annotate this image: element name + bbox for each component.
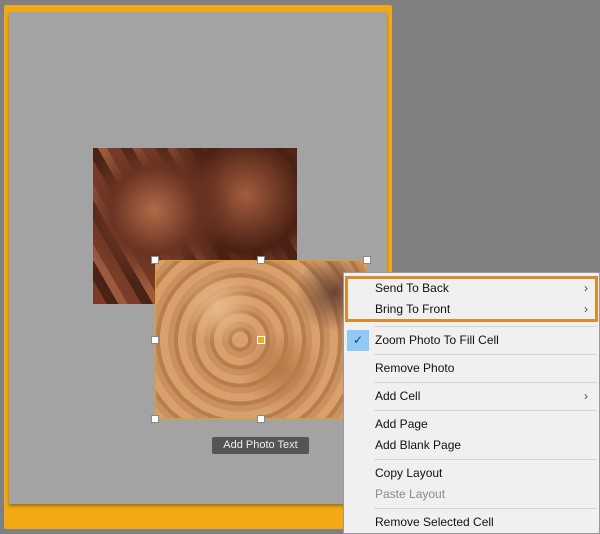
menu-label: Add Blank Page [375, 438, 462, 452]
menu-label: Remove Selected Cell [375, 515, 494, 529]
resize-handle-tl[interactable] [151, 256, 159, 264]
menu-label: Paste Layout [375, 487, 446, 501]
menu-add-page[interactable]: Add Page [344, 414, 599, 435]
menu-label: Copy Layout [375, 466, 443, 480]
menu-label: Add Page [375, 417, 428, 431]
separator [374, 410, 597, 411]
resize-handle-tr[interactable] [363, 256, 371, 264]
menu-paste-layout: Paste Layout [344, 484, 599, 505]
menu-zoom-photo-to-fill-cell[interactable]: ✓ Zoom Photo To Fill Cell [344, 330, 599, 351]
separator [374, 459, 597, 460]
context-menu: Send To Back › Bring To Front › ✓ Zoom Phot… [343, 272, 600, 534]
pan-handle[interactable] [257, 336, 265, 344]
separator [374, 326, 597, 327]
chevron-right-icon: › [584, 389, 588, 403]
resize-handle-b[interactable] [257, 415, 265, 423]
separator [374, 508, 597, 509]
menu-remove-photo[interactable]: Remove Photo [344, 358, 599, 379]
resize-handle-bl[interactable] [151, 415, 159, 423]
resize-handle-l[interactable] [151, 336, 159, 344]
menu-copy-layout[interactable]: Copy Layout [344, 463, 599, 484]
menu-label: Zoom Photo To Fill Cell [375, 333, 499, 347]
separator [374, 382, 597, 383]
highlight-box [345, 276, 598, 322]
check-icon: ✓ [347, 330, 369, 351]
separator [374, 354, 597, 355]
menu-label: Remove Photo [375, 361, 455, 375]
menu-remove-selected-cell[interactable]: Remove Selected Cell [344, 512, 599, 533]
resize-handle-t[interactable] [257, 256, 265, 264]
menu-add-cell[interactable]: Add Cell › [344, 386, 599, 407]
menu-label: Add Cell [375, 389, 421, 403]
menu-add-blank-page[interactable]: Add Blank Page [344, 435, 599, 456]
add-photo-text-button[interactable]: Add Photo Text [212, 437, 309, 454]
